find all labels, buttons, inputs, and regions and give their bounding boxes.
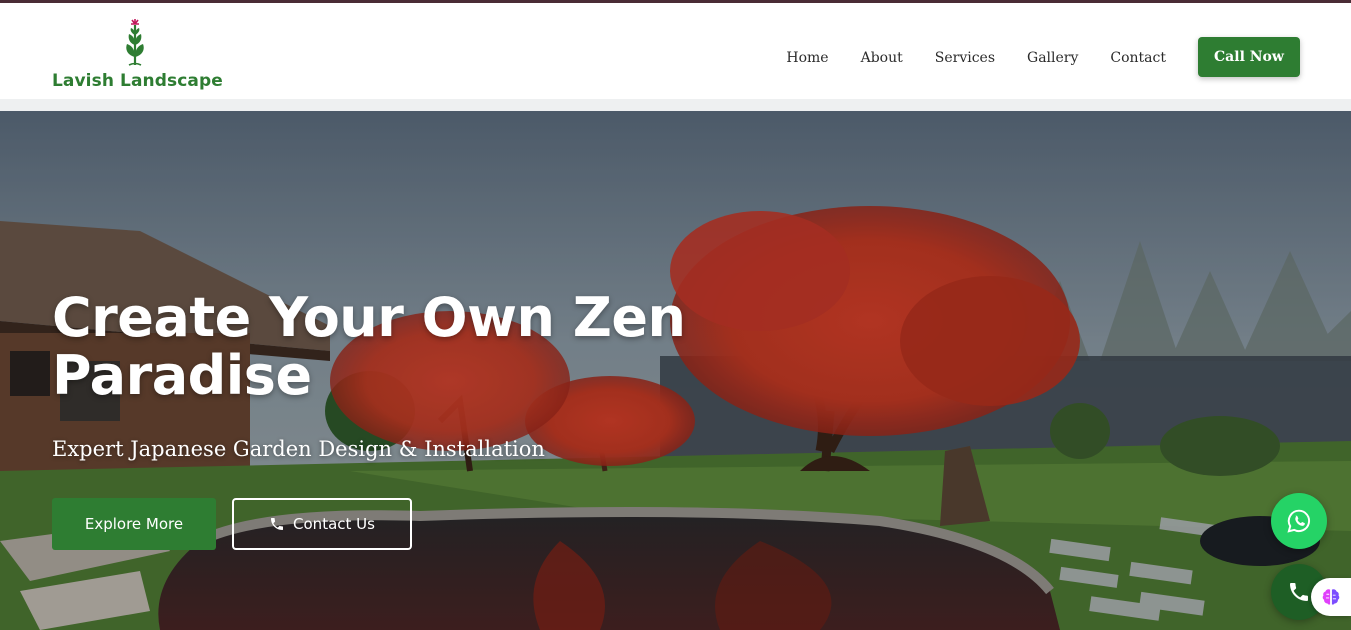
brand-logo[interactable]: Lavish Landscape — [52, 17, 223, 95]
nav-contact[interactable]: Contact — [1110, 46, 1166, 70]
main-navigation: Home About Services Gallery Contact — [786, 46, 1166, 70]
header-divider-band — [0, 99, 1351, 111]
plant-sprout-icon — [126, 19, 144, 66]
hero-title: Create Your Own Zen Paradise — [52, 286, 686, 407]
nav-home[interactable]: Home — [786, 46, 828, 70]
nav-gallery[interactable]: Gallery — [1027, 46, 1078, 70]
brand-name: Lavish Landscape — [52, 71, 223, 91]
whatsapp-icon — [1287, 509, 1311, 533]
site-header: Lavish Landscape Home About Services Gal… — [0, 3, 1351, 99]
explore-more-button[interactable]: Explore More — [52, 498, 216, 550]
contact-us-button[interactable]: Contact Us — [232, 498, 412, 550]
contact-us-label: Contact Us — [293, 515, 375, 533]
call-now-button[interactable]: Call Now — [1198, 37, 1300, 77]
hero-section: Create Your Own Zen Paradise Expert Japa… — [0, 111, 1351, 630]
whatsapp-button[interactable] — [1271, 493, 1327, 549]
nav-about[interactable]: About — [861, 46, 903, 70]
brain-icon — [1322, 589, 1340, 605]
nav-services[interactable]: Services — [935, 46, 995, 70]
hero-subtitle: Expert Japanese Garden Design & Installa… — [52, 437, 545, 461]
phone-icon — [271, 518, 284, 530]
assistant-button[interactable] — [1311, 578, 1351, 616]
phone-icon — [1290, 583, 1308, 601]
